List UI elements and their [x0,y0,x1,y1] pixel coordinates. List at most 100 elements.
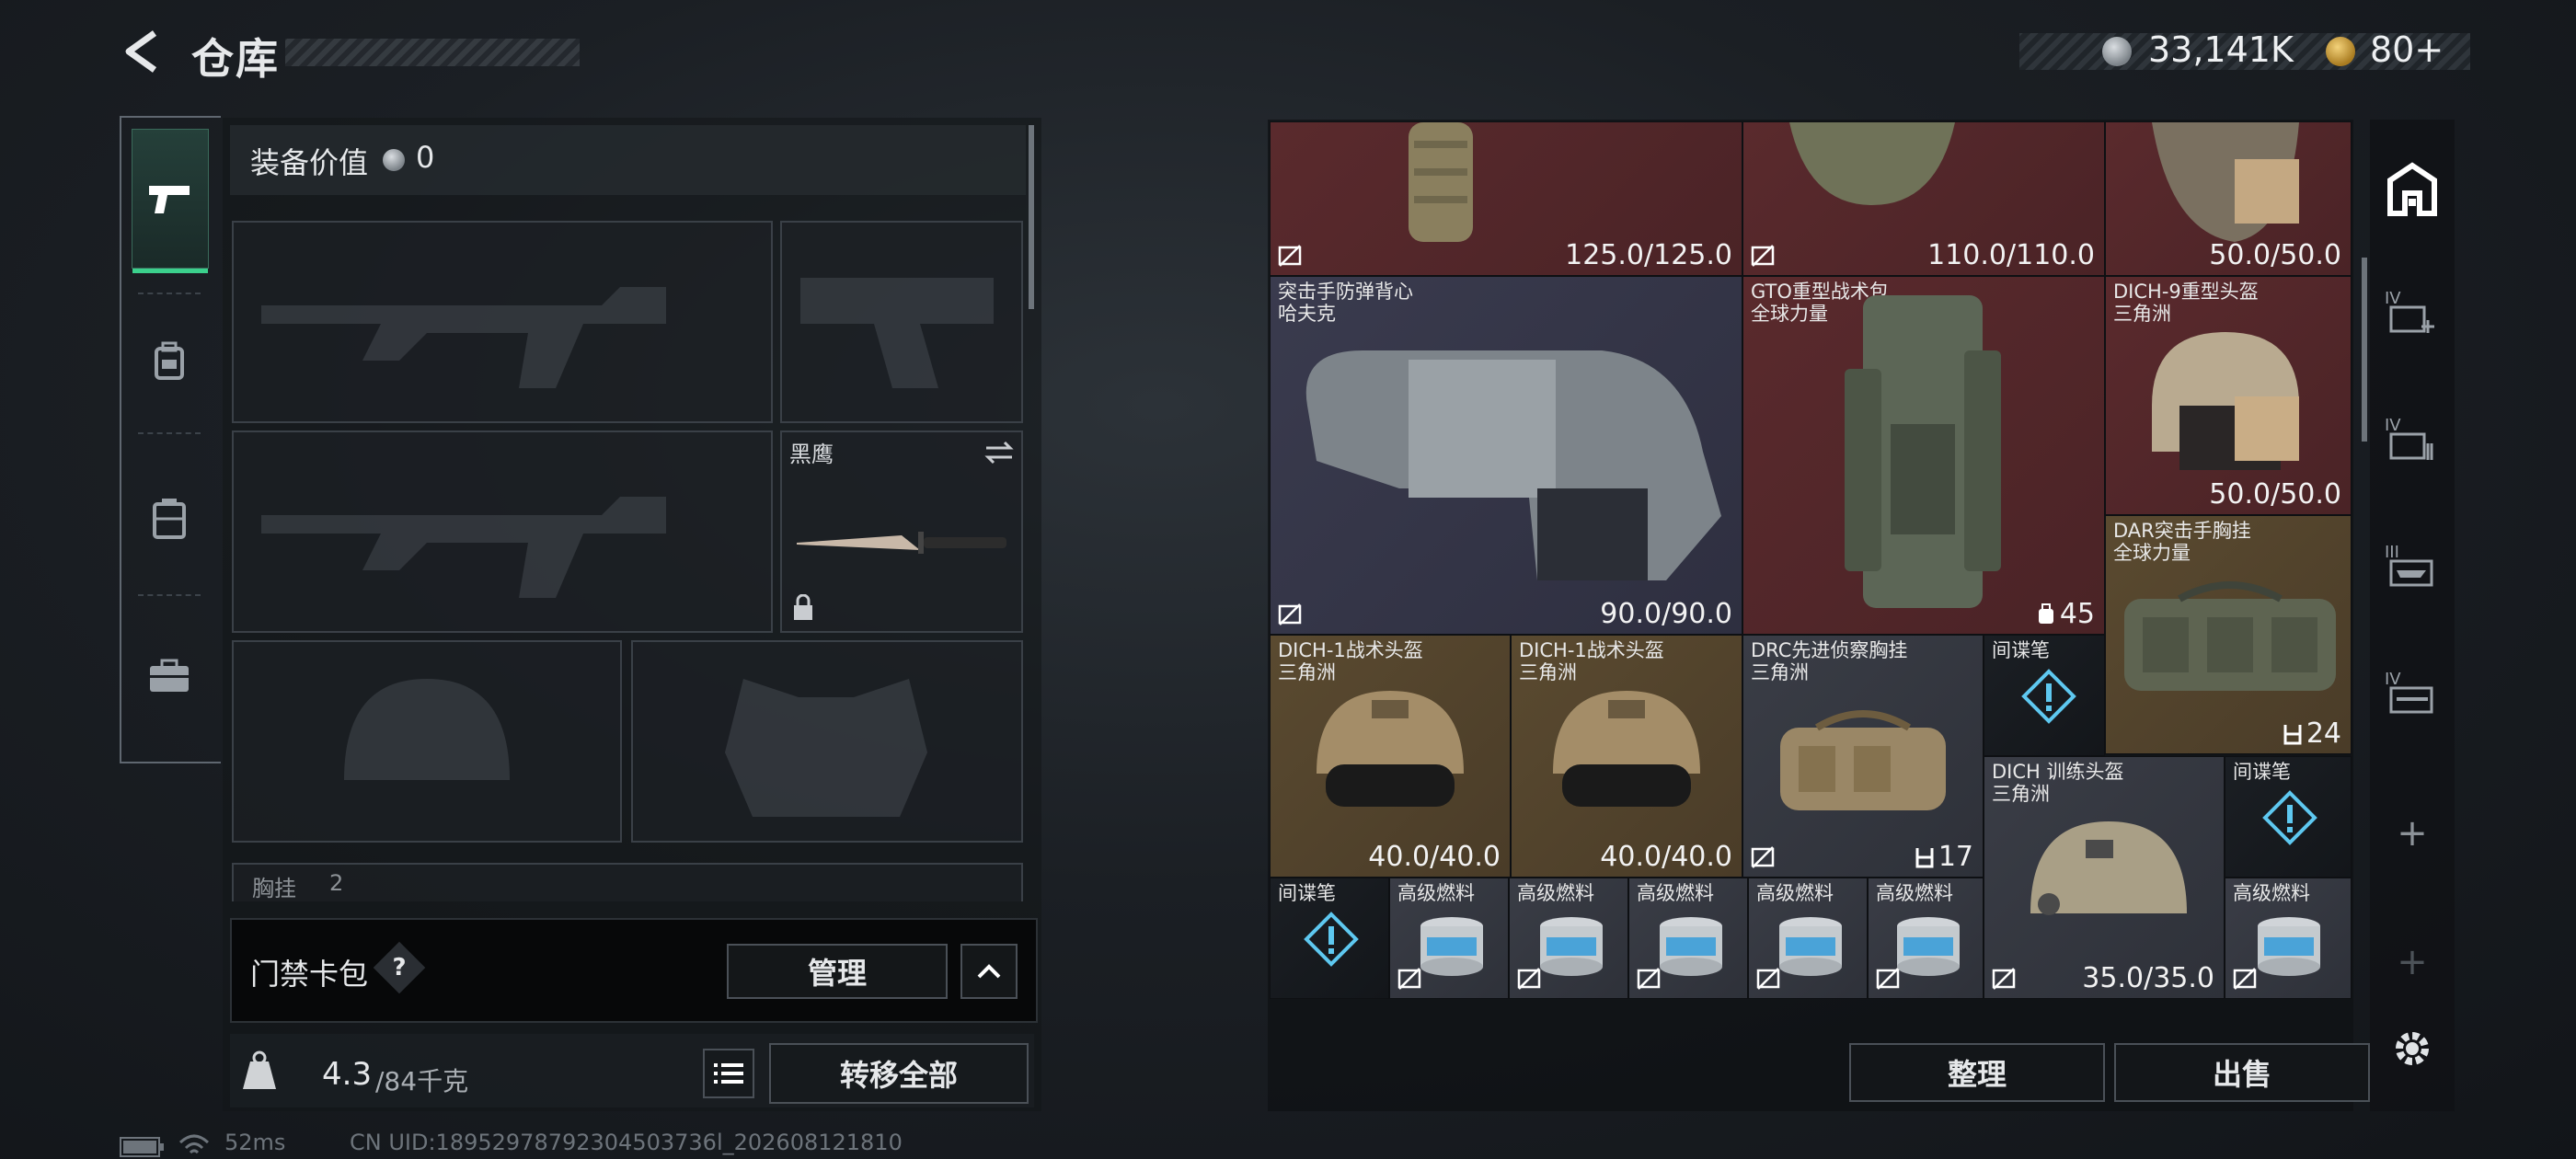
inventory-item[interactable]: 突击手防弹背心 哈夫克 90.0/90.0 [1270,276,1742,635]
tab-backpack[interactable] [132,293,207,430]
inventory-item[interactable]: 间谍笔 [1270,878,1389,999]
chest-rig-item-icon [2124,581,2336,691]
item-name: 高级燃料 [1517,882,1594,904]
list-view-button[interactable] [703,1049,754,1098]
alert-icon [2021,669,2076,724]
scrollbar[interactable] [1029,125,1034,309]
inventory-item[interactable]: 高级燃料 [1509,878,1628,999]
primary-weapon-slot[interactable] [232,221,773,423]
container-tab-2[interactable]: IV [2381,416,2444,471]
inventory-grid: 125.0/125.0 110.0/110.0 50.0/50.0 突击手防弹背… [1270,121,2352,1023]
item-name: DICH 训练头盔 三角洲 [1992,761,2124,805]
inventory-item[interactable]: DICH-9重型头盔 三角洲 50.0/50.0 [2105,276,2352,515]
inventory-item[interactable]: 高级燃料 [1628,878,1748,999]
settings-button[interactable] [2381,1021,2444,1076]
help-label: ? [392,954,407,981]
equipment-value-label: 装备价值 [250,145,369,180]
battery-icon [120,1137,164,1157]
no-insurance-icon [1637,968,1661,990]
back-arrow-icon[interactable] [118,28,166,75]
inventory-item[interactable]: 间谍笔 [2225,756,2352,878]
title-decoration [285,39,580,66]
inventory-item[interactable]: DAR突击手胸挂 全球力量 24 [2105,515,2352,754]
tier-label: IV [2385,289,2401,308]
inventory-item[interactable]: 高级燃料 [1748,878,1868,999]
swap-icon[interactable] [984,440,1014,465]
fuel-can-icon [1540,917,1603,976]
sort-button[interactable]: 整理 [1849,1043,2105,1102]
warehouse-tab[interactable] [2381,162,2444,217]
container-tab-3[interactable]: III [2381,543,2444,598]
inventory-item[interactable]: 50.0/50.0 [2105,121,2352,276]
inventory-item[interactable]: 110.0/110.0 [1742,121,2105,276]
inventory-item[interactable]: DICH-1战术头盔 三角洲 40.0/40.0 [1270,635,1511,878]
manage-button[interactable]: 管理 [727,944,948,999]
container-tab-1[interactable]: IV [2381,289,2444,344]
scrollbar[interactable] [2362,258,2367,442]
no-insurance-icon [2233,968,2257,990]
no-insurance-icon [1517,968,1541,990]
melee-slot[interactable]: 黑鹰 [780,430,1023,633]
inventory-item[interactable]: DICH-1战术头盔 三角洲 40.0/40.0 [1511,635,1742,878]
item-name: DAR突击手胸挂 全球力量 [2113,520,2251,564]
ping-text: 52ms [224,1130,286,1155]
heavy-helmet-item-icon [2152,332,2299,470]
container-tab-4[interactable]: IV [2381,670,2444,725]
rig-small-icon [2283,724,2302,744]
tab-chest-rig[interactable] [132,451,207,589]
tactical-helmet-item-icon [1317,691,1464,807]
pistol-icon [149,186,190,213]
silver-currency-amount[interactable]: 33,141K [2148,29,2294,70]
add-container-button[interactable]: + [2381,806,2444,861]
briefcase-icon [150,659,189,692]
tab-separator [138,432,201,436]
no-insurance-icon [1751,245,1775,267]
inventory-item[interactable]: GTO重型战术包 全球力量 45 [1742,276,2105,635]
pistol-silhouette-icon [800,278,994,388]
inventory-item[interactable]: DICH 训练头盔 三角洲 35.0/35.0 [1984,756,2225,999]
armor-silhouette-icon [725,679,927,817]
item-count: 24 [2283,717,2341,750]
secondary-weapon-slot[interactable] [232,430,773,633]
sidearm-slot[interactable] [780,221,1023,423]
tier-label: IV [2385,670,2401,689]
gold-currency-amount[interactable]: 80+ [2370,29,2444,70]
page-title: 仓库 [191,34,280,84]
tab-weapons[interactable] [132,129,209,273]
tier-label: III [2385,543,2399,562]
fuel-can-icon [2258,917,2320,976]
tab-case[interactable] [132,607,207,745]
rig-small-icon [1915,847,1934,867]
no-insurance-icon [1278,603,1302,625]
inventory-item[interactable]: DRC先进侦察胸挂 三角洲 17 [1742,635,1984,878]
inventory-item[interactable]: 高级燃料 [1868,878,1984,999]
no-insurance-icon [1876,968,1900,990]
chest-rig-label: 胸挂 [252,876,296,901]
inventory-item[interactable]: 高级燃料 [1389,878,1509,999]
item-name: 高级燃料 [1756,882,1834,904]
inventory-item[interactable]: 间谍笔 [1984,635,2105,756]
transfer-all-button[interactable]: 转移全部 [769,1043,1029,1104]
item-name: 间谍笔 [1992,639,2050,661]
item-name: 间谍笔 [2233,761,2291,783]
helmet-slot[interactable] [232,640,622,843]
backpack-icon [155,341,184,380]
item-name: 高级燃料 [1637,882,1714,904]
chest-rig-slot[interactable]: 胸挂 2 [232,863,1023,901]
armor-slot[interactable] [631,640,1023,843]
weight-icon [243,1050,276,1089]
sell-button[interactable]: 出售 [2114,1043,2370,1102]
vest-item-icon [1305,350,1721,580]
collapse-button[interactable] [960,944,1018,999]
lock-icon [794,594,812,620]
gold-coin-icon [2326,37,2355,66]
rifle-silhouette-icon [261,497,666,598]
helmet-silhouette-icon [344,679,510,780]
tactical-helmet-item-icon [1553,691,1700,807]
fuel-can-icon [1420,917,1483,976]
uid-text: CN UID:18952978792304503736l_20260812181… [350,1130,903,1155]
inventory-item[interactable]: 125.0/125.0 [1270,121,1742,276]
inventory-item[interactable]: 高级燃料 [2225,878,2352,999]
item-durability: 35.0/35.0 [2082,962,2214,994]
item-durability: 110.0/110.0 [1927,239,2095,271]
